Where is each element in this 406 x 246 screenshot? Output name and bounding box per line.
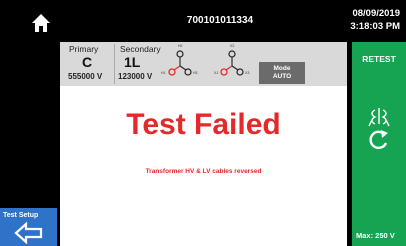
mode-indicator[interactable]: Mode AUTO bbox=[259, 62, 305, 84]
primary-voltage: 555000 V bbox=[68, 72, 103, 81]
home-icon[interactable] bbox=[30, 12, 52, 34]
diagram-label: H3 bbox=[193, 71, 198, 75]
primary-value: C bbox=[81, 54, 93, 70]
secondary-value: 1L bbox=[124, 54, 141, 70]
retest-icon[interactable] bbox=[364, 106, 394, 150]
right-panel: RETEST Max: 250 V bbox=[352, 42, 406, 246]
config-strip: Primary C 555000 V Secondary 1L 123000 V… bbox=[60, 42, 347, 86]
secondary-voltage: 123000 V bbox=[118, 72, 153, 81]
diagram-label: X2 bbox=[230, 44, 234, 48]
date-label: 08/09/2019 bbox=[352, 8, 400, 19]
secondary-config: Secondary 1L 123000 V bbox=[114, 42, 161, 86]
primary-label: Primary bbox=[69, 44, 99, 54]
serial-number: 700101011334 bbox=[186, 15, 254, 26]
top-bar: 700101011334 08/09/2019 3:18:03 PM bbox=[0, 0, 406, 42]
test-status: Test Failed bbox=[126, 108, 281, 141]
datetime: 08/09/2019 3:18:03 PM bbox=[350, 7, 400, 33]
mode-label: Mode bbox=[273, 65, 291, 72]
primary-config: Primary C 555000 V bbox=[62, 42, 112, 86]
diagram-label: X3 bbox=[245, 71, 249, 75]
diagram-label: H2 bbox=[178, 44, 183, 48]
failure-reason: Transformer HV & LV cables reversed bbox=[145, 168, 262, 175]
time-label: 3:18:03 PM bbox=[350, 21, 400, 32]
diagram-label: X1 bbox=[214, 71, 218, 75]
max-voltage: Max: 250 V bbox=[356, 231, 395, 240]
test-setup-button[interactable]: Test Setup bbox=[0, 208, 57, 246]
arrow-left-icon bbox=[14, 222, 43, 244]
diagram-label: H1 bbox=[161, 71, 166, 75]
mode-value: AUTO bbox=[272, 73, 292, 80]
retest-button[interactable]: RETEST bbox=[352, 54, 406, 64]
main-panel: Primary C 555000 V Secondary 1L 123000 V… bbox=[60, 42, 347, 246]
test-setup-label: Test Setup bbox=[3, 212, 39, 219]
secondary-label: Secondary bbox=[120, 44, 161, 54]
winding-diagram: H2 H1 H3 X2 X1 X3 bbox=[161, 44, 249, 76]
